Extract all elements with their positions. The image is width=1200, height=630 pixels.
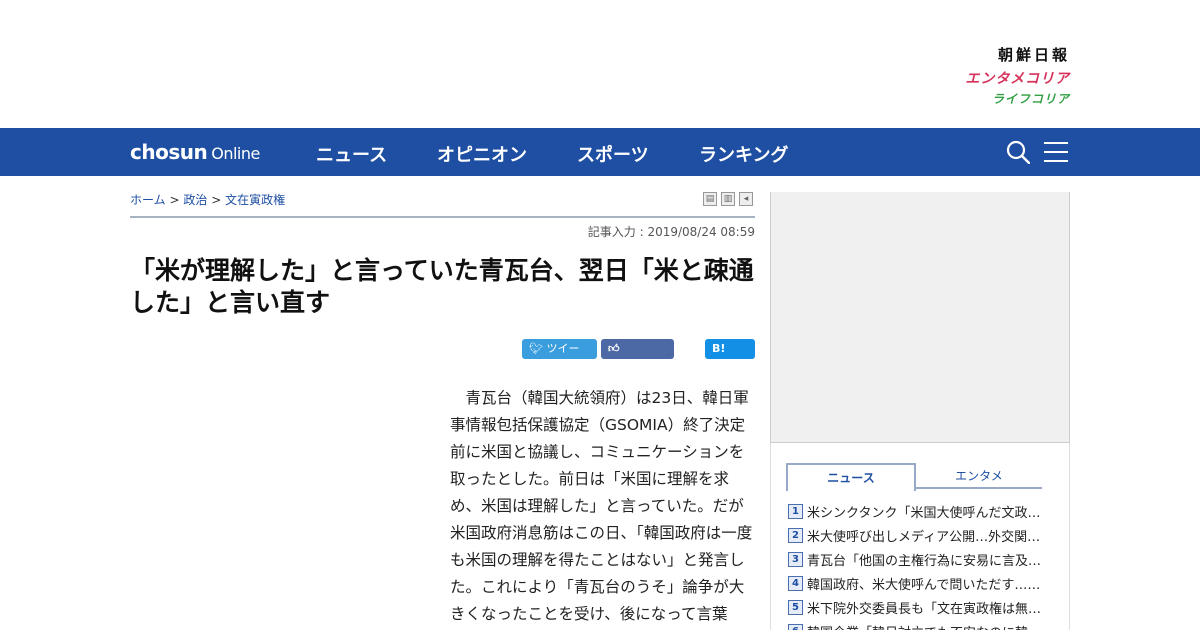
rank-number: 1	[788, 503, 803, 519]
breadcrumb-category[interactable]: 政治	[183, 193, 207, 207]
print-icon[interactable]: ▤	[703, 192, 717, 206]
nav-item-news[interactable]: ニュース	[316, 141, 387, 167]
breadcrumb-separator: >	[169, 193, 180, 207]
hamburger-menu-icon[interactable]	[1044, 140, 1068, 164]
rank-number: 3	[788, 551, 803, 567]
brand-suffix: Online	[211, 144, 260, 163]
rank-title[interactable]: 米大使呼び出しメディア公開…外交関係者「前例ない」	[807, 526, 1045, 545]
ranking-list: 1 米シンクタンク「米国大使呼んだ文政権の措置は常軌を逸している」 2 米大使呼…	[788, 499, 1048, 630]
rank-title[interactable]: 青瓦台「他国の主権行為に安易に言及すべきでない」	[807, 550, 1045, 569]
entame-korea-logo[interactable]: エンタメコリア	[920, 68, 1070, 88]
back-icon[interactable]: ◂	[739, 192, 753, 206]
header-divider	[130, 216, 755, 218]
hatena-bookmark-button[interactable]: B! 201	[705, 339, 755, 375]
main-navbar: chosun Online ニュース オピニオン スポーツ ランキング	[0, 128, 1200, 176]
chosun-online-logo[interactable]: chosun Online	[130, 140, 260, 164]
ranking-panel: ニュース エンタメ 1 米シンクタンク「米国大使呼んだ文政権の措置は常軌を逸して…	[770, 443, 1070, 630]
ranking-item[interactable]: 3 青瓦台「他国の主権行為に安易に言及すべきでない」	[788, 547, 1048, 571]
breadcrumb-separator: >	[211, 193, 222, 207]
tweet-button[interactable]: 🐦︎ ツイート	[522, 339, 597, 375]
nav-item-sports[interactable]: スポーツ	[577, 141, 649, 167]
tab-news[interactable]: ニュース	[786, 463, 916, 491]
article-tools: ▤ ▥ ◂	[703, 192, 753, 206]
ranking-item[interactable]: 2 米大使呼び出しメディア公開…外交関係者「前例ない」	[788, 523, 1048, 547]
rank-title[interactable]: 米下院外交委員長も「文在寅政権は無責任」	[807, 598, 1045, 617]
search-icon[interactable]	[1006, 140, 1030, 164]
article-body: 青瓦台（韓国大統領府）は23日、韓日軍事情報包括保護協定（GSOMIA）終了決定…	[450, 389, 753, 623]
hatena-count: 201	[712, 362, 735, 375]
sidebar-ad-placeholder	[770, 192, 1070, 443]
rank-number: 5	[788, 599, 803, 615]
ranking-item[interactable]: 5 米下院外交委員長も「文在寅政権は無責任」	[788, 595, 1048, 619]
chosun-ilbo-logo[interactable]: 朝鮮日報	[920, 44, 1070, 64]
rank-title[interactable]: 韓国政府、米大使呼んで問いただす…「失望」表明	[807, 574, 1045, 593]
ranking-tabs: ニュース エンタメ	[786, 463, 1042, 491]
rank-number: 4	[788, 575, 803, 591]
article-headline: 「米が理解した」と言っていた青瓦台、翌日「米と疎通した」と言い直す	[130, 256, 754, 317]
ranking-item[interactable]: 4 韓国政府、米大使呼んで問いただす…「失望」表明	[788, 571, 1048, 595]
nav-item-ranking[interactable]: ランキング	[699, 141, 788, 167]
ranking-item[interactable]: 6 韓国企業「韓日対立でも不安なのに韓米まで」	[788, 619, 1048, 630]
breadcrumb: ホーム > 政治 > 文在寅政権	[130, 191, 285, 208]
facebook-like-button[interactable]: 👍︎ Like 218	[601, 339, 674, 375]
thumbs-up-icon: 👍︎	[608, 342, 620, 355]
rank-number: 6	[788, 623, 803, 630]
ranking-item[interactable]: 1 米シンクタンク「米国大使呼んだ文政権の措置は常軌を逸している」	[788, 499, 1048, 523]
breadcrumb-subcategory[interactable]: 文在寅政権	[225, 193, 285, 207]
like-count: 218	[637, 362, 659, 375]
twitter-bird-icon: 🐦︎	[529, 342, 543, 355]
tab-entame[interactable]: エンタメ	[916, 463, 1042, 489]
breadcrumb-home[interactable]: ホーム	[130, 193, 166, 207]
nav-item-opinion[interactable]: オピニオン	[437, 141, 527, 167]
life-korea-logo[interactable]: ライフコリア	[920, 90, 1070, 108]
hatena-label: B!	[712, 342, 726, 355]
rank-title[interactable]: 韓国企業「韓日対立でも不安なのに韓米まで」	[807, 622, 1045, 630]
rank-title[interactable]: 米シンクタンク「米国大使呼んだ文政権の措置は常軌を逸している」	[807, 502, 1045, 521]
article-timestamp: 記事入力 : 2019/08/24 08:59	[587, 225, 755, 239]
rank-number: 2	[788, 527, 803, 543]
text-size-icon[interactable]: ▥	[721, 192, 735, 206]
header-logos: 朝鮮日報 エンタメコリア ライフコリア	[920, 44, 1070, 108]
brand-name: chosun	[130, 140, 208, 164]
like-label: Like	[608, 362, 634, 375]
